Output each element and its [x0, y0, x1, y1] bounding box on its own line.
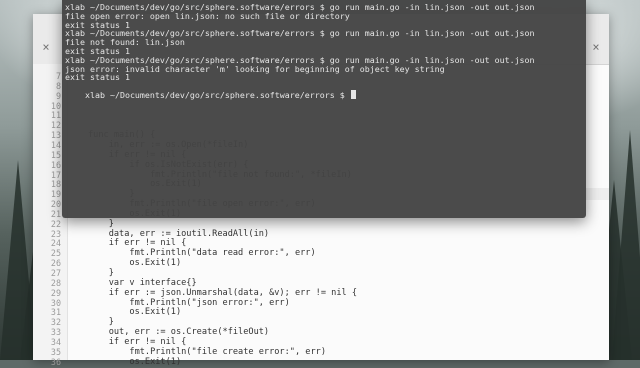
background-tree [612, 130, 640, 360]
close-icon[interactable]: × [39, 40, 53, 54]
line-number: 36 [50, 356, 61, 367]
terminal-prompt: xlab ~/Documents/dev/go/src/sphere.softw… [84, 90, 350, 100]
code-line[interactable]: os.Exit(1) [88, 356, 181, 368]
terminal-prompt-line[interactable]: xlab ~/Documents/dev/go/src/sphere.softw… [65, 80, 356, 100]
text-cursor [350, 90, 356, 99]
terminal-window[interactable]: xlab ~/Documents/dev/go/src/sphere.softw… [62, 0, 586, 218]
close-tab-icon[interactable]: × [589, 40, 603, 54]
